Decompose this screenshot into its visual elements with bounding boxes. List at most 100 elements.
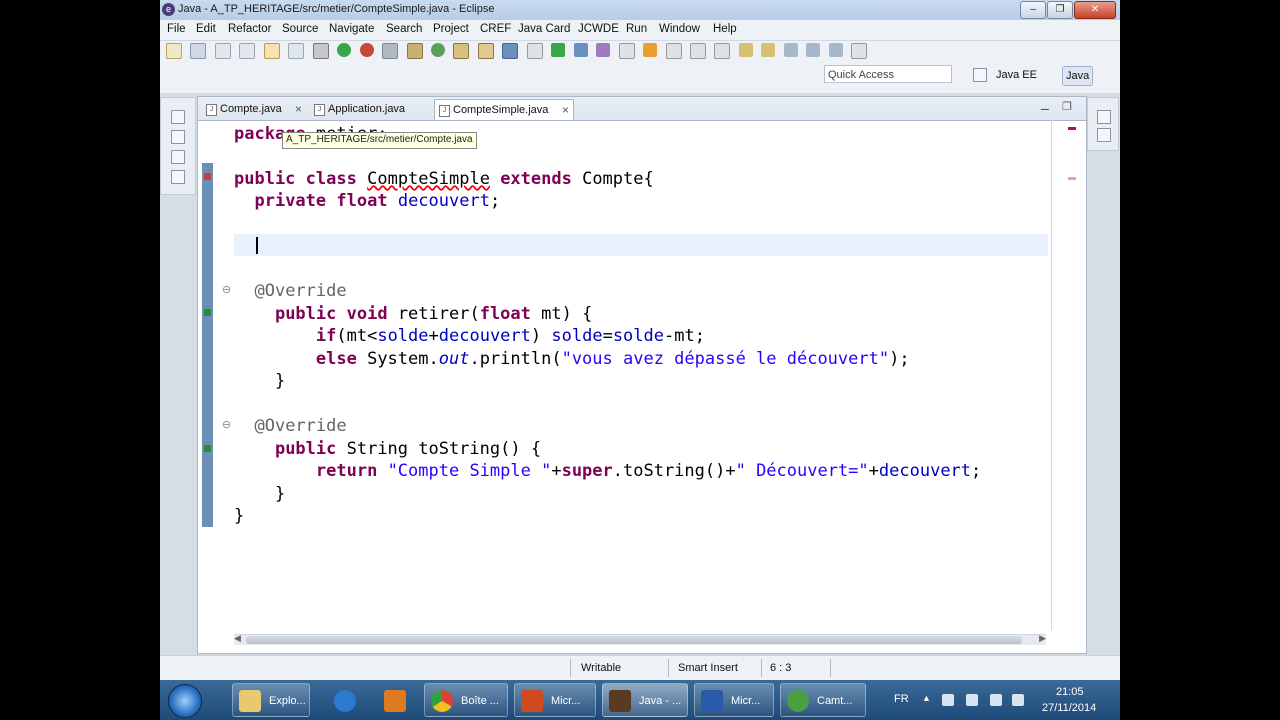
debug-icon[interactable] [312, 43, 329, 59]
perspective-java-ee[interactable]: Java EE [996, 66, 1037, 84]
jcwde-stop-icon[interactable] [596, 43, 611, 57]
menu-cref[interactable]: CREF [480, 23, 511, 35]
external-tools-icon[interactable] [359, 43, 374, 57]
server-icon[interactable] [382, 43, 399, 59]
horizontal-scrollbar[interactable]: ◀ ▶ [234, 633, 1046, 645]
fold-toggle-icon[interactable]: ⊖ [222, 283, 231, 296]
tab-application-java[interactable]: J Application.java [310, 99, 430, 120]
print-icon[interactable] [214, 43, 231, 59]
menu-help[interactable]: Help [713, 23, 737, 35]
restore-view-icon[interactable] [171, 110, 185, 124]
error-marker-icon[interactable] [204, 173, 211, 180]
close-button[interactable]: ✕ [1074, 1, 1116, 19]
language-indicator[interactable]: FR [894, 693, 909, 705]
menu-file[interactable]: File [167, 23, 186, 35]
package-explorer-icon[interactable] [171, 130, 185, 144]
forward-icon[interactable] [828, 43, 843, 57]
task-media-player[interactable] [374, 683, 414, 717]
menu-run[interactable]: Run [626, 23, 647, 35]
error-overview-marker[interactable] [1068, 127, 1076, 130]
network-icon[interactable] [990, 694, 1002, 706]
task-eclipse[interactable]: Java - ... [602, 683, 688, 717]
code-line[interactable]: } [234, 483, 285, 505]
minimize-button[interactable]: – [1020, 1, 1046, 19]
perspective-java[interactable]: Java [1062, 66, 1094, 86]
new-package-icon[interactable] [406, 43, 423, 59]
task-powerpoint[interactable]: Micr... [514, 683, 596, 717]
menu-search[interactable]: Search [386, 23, 422, 35]
close-tab-icon[interactable]: × [562, 100, 569, 120]
navigator-icon[interactable] [171, 170, 185, 184]
code-line[interactable]: public void retirer(float mt) { [234, 303, 592, 325]
mark-occurrences-icon[interactable] [643, 43, 658, 57]
run-icon[interactable] [337, 43, 352, 57]
task-internet-explorer[interactable] [324, 683, 364, 717]
clock-time[interactable]: 21:05 [1056, 686, 1084, 698]
outline-icon[interactable] [1097, 128, 1111, 142]
new-class-icon[interactable] [430, 43, 445, 57]
task-explorer[interactable]: Explo... [232, 683, 310, 717]
menu-project[interactable]: Project [433, 23, 469, 35]
close-tab-icon[interactable]: × [295, 99, 302, 119]
code-line[interactable]: public class CompteSimple extends Compte… [234, 168, 654, 190]
skip-breakpoints-icon[interactable] [288, 43, 305, 59]
volume-icon[interactable] [1012, 694, 1024, 706]
menu-refactor[interactable]: Refactor [228, 23, 271, 35]
tab-compte-java[interactable]: J Compte.java × [202, 99, 306, 120]
search-toolbar-icon[interactable] [502, 43, 519, 59]
jcwde-run-icon[interactable] [551, 43, 566, 57]
new-icon[interactable] [166, 43, 182, 59]
overview-ruler[interactable] [1051, 120, 1052, 630]
save-icon[interactable] [190, 43, 207, 59]
restore-outline-icon[interactable] [1097, 110, 1111, 124]
menu-edit[interactable]: Edit [196, 23, 216, 35]
show-whitespace-icon[interactable] [714, 43, 731, 59]
task-camtasia[interactable]: Camt... [780, 683, 866, 717]
open-perspective-icon[interactable] [973, 68, 987, 82]
pin-editor-icon[interactable] [851, 43, 868, 59]
override-marker-icon[interactable] [204, 445, 211, 452]
last-edit-icon[interactable] [783, 43, 798, 57]
open-folder-icon[interactable] [453, 43, 470, 59]
tray-app-icon[interactable] [966, 694, 978, 706]
cref-icon[interactable] [618, 43, 635, 59]
block-selection-icon[interactable] [689, 43, 706, 59]
start-button[interactable] [168, 684, 202, 718]
next-annotation-icon[interactable] [738, 43, 753, 57]
menu-jcwde[interactable]: JCWDE [578, 23, 619, 35]
word-wrap-icon[interactable] [665, 43, 682, 59]
code-line[interactable]: private float decouvert; [234, 190, 500, 212]
code-line[interactable]: @Override [234, 280, 346, 302]
save-all-icon[interactable] [239, 43, 256, 59]
menu-window[interactable]: Window [659, 23, 700, 35]
code-line[interactable]: if(mt<solde+decouvert) solde=solde-mt; [234, 325, 705, 347]
code-line[interactable]: public String toString() { [234, 438, 541, 460]
scroll-left-icon[interactable]: ◀ [234, 633, 241, 644]
open-type-icon[interactable] [263, 43, 280, 59]
overview-marker[interactable] [1068, 177, 1076, 180]
override-marker-icon[interactable] [204, 309, 211, 316]
scroll-right-icon[interactable]: ▶ [1039, 633, 1046, 644]
javacard-icon[interactable] [526, 43, 543, 59]
show-hidden-icons-icon[interactable]: ▲ [922, 693, 931, 703]
clock-date[interactable]: 27/11/2014 [1042, 702, 1096, 714]
menu-source[interactable]: Source [282, 23, 318, 35]
back-icon[interactable] [806, 43, 821, 57]
scroll-thumb[interactable] [246, 636, 1022, 644]
previous-annotation-icon[interactable] [761, 43, 776, 57]
code-line[interactable]: return "Compte Simple "+super.toString()… [234, 460, 1048, 482]
fold-toggle-icon[interactable]: ⊖ [222, 418, 231, 431]
minimize-editor-icon[interactable]: ⚊ [1040, 100, 1050, 113]
action-center-icon[interactable] [942, 694, 954, 706]
menu-navigate[interactable]: Navigate [329, 23, 374, 35]
open-project-icon[interactable] [477, 43, 494, 59]
tab-comptesimple-java[interactable]: J CompteSimple.java × [434, 99, 574, 120]
code-line[interactable]: @Override [234, 415, 346, 437]
jcwde-debug-icon[interactable] [573, 43, 588, 57]
code-line[interactable]: } [234, 370, 285, 392]
menu-java-card[interactable]: Java Card [518, 23, 570, 35]
task-chrome[interactable]: Boîte ... [424, 683, 508, 717]
quick-access-input[interactable]: Quick Access [824, 65, 952, 83]
restore-button[interactable]: ❐ [1047, 1, 1073, 19]
maximize-editor-icon[interactable]: ❐ [1062, 100, 1072, 113]
